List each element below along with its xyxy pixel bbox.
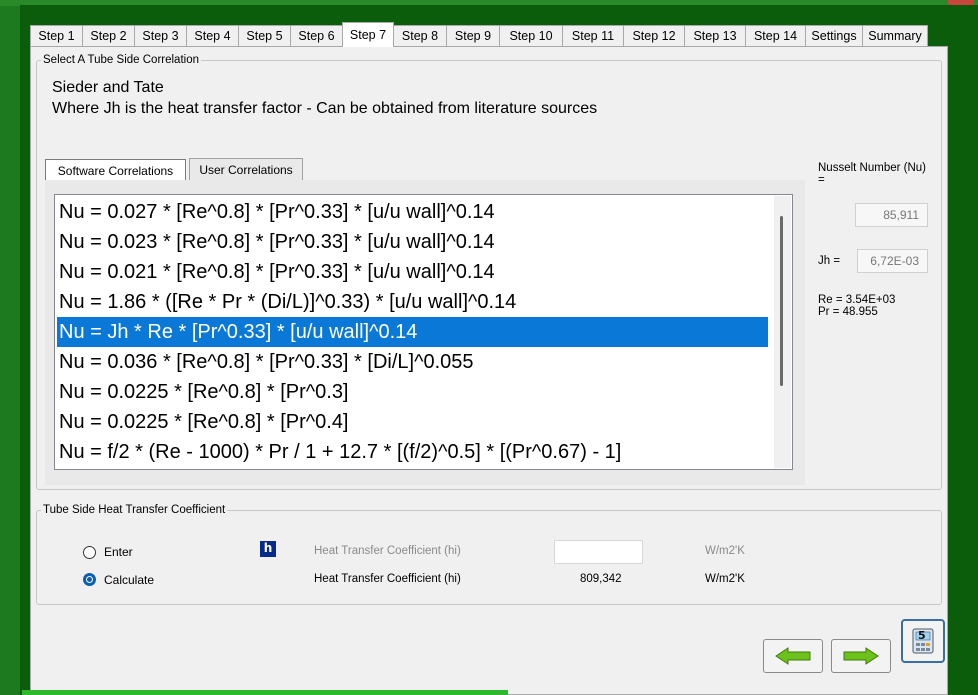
step-tab-strip: Step 1 Step 2 Step 3 Step 4 Step 5 Step 6 Step…	[30, 22, 948, 47]
tab-step-7[interactable]: Step 7	[342, 22, 394, 47]
tab-step-13[interactable]: Step 13	[684, 25, 746, 46]
tab-step-11[interactable]: Step 11	[562, 25, 624, 46]
prandtl-readout: Pr = 48.955	[818, 306, 878, 318]
tab-step-3[interactable]: Step 3	[134, 25, 187, 46]
correlation-item[interactable]: Nu = 0.036 * [Re^0.8] * [Pr^0.33] * [Di/…	[57, 347, 768, 377]
tab-step-6[interactable]: Step 6	[290, 25, 343, 46]
next-button[interactable]	[831, 639, 891, 673]
nusselt-value: 85,911	[855, 203, 928, 227]
tab-step-2[interactable]: Step 2	[82, 25, 135, 46]
jh-label: Jh =	[818, 255, 841, 267]
htc-group: Tube Side Heat Transfer Coefficient	[36, 504, 942, 605]
correlation-item[interactable]: Nu = 0.023 * [Re^0.8] * [Pr^0.33] * [u/u…	[57, 227, 768, 257]
tab-step-1[interactable]: Step 1	[30, 25, 83, 46]
h-icon: h	[260, 541, 276, 557]
jh-value: 6,72E-03	[857, 249, 928, 273]
calculator-badge: 5	[918, 629, 926, 642]
arrow-right-icon	[843, 647, 879, 665]
tab-step-9[interactable]: Step 9	[446, 25, 500, 46]
tab-step-12[interactable]: Step 12	[623, 25, 685, 46]
list-scrollbar-thumb[interactable]	[780, 216, 783, 386]
correlation-item[interactable]: Nu = 0.021 * [Re^0.8] * [Pr^0.33] * [u/u…	[57, 257, 768, 287]
progress-strip	[22, 690, 508, 695]
calculate-radio[interactable]	[83, 573, 96, 586]
correlation-item[interactable]: Nu = 0.0225 * [Re^0.8] * [Pr^0.4]	[57, 407, 768, 437]
calc-htc-label: Heat Transfer Coefficient (hi)	[314, 573, 461, 585]
correlation-item[interactable]: Nu = f/2 * (Re - 1000) * Pr / 1 + 12.7 *…	[57, 437, 768, 467]
enter-radio-label[interactable]: Enter	[104, 545, 133, 559]
enter-htc-label: Heat Transfer Coefficient (hi)	[314, 545, 461, 557]
calc-htc-value: 809,342	[580, 573, 622, 585]
reynolds-readout: Re = 3.54E+03	[818, 294, 896, 306]
list-scrollbar[interactable]	[774, 196, 791, 468]
htc-group-legend: Tube Side Heat Transfer Coefficient	[43, 504, 226, 516]
enter-htc-input[interactable]	[554, 540, 643, 564]
tab-step-14[interactable]: Step 14	[745, 25, 806, 46]
correlation-item-selected[interactable]: Nu = Jh * Re * [Pr^0.33] * [u/u wall]^0.…	[57, 317, 768, 347]
correlation-description: Where Jh is the heat transfer factor - C…	[52, 100, 598, 117]
enter-radio[interactable]	[83, 546, 96, 559]
enter-htc-unit: W/m2'K	[705, 545, 745, 557]
correlation-group-legend: Select A Tube Side Correlation	[43, 54, 199, 66]
back-button[interactable]	[763, 639, 823, 673]
correlation-listbox[interactable]: Nu = 0.027 * [Re^0.8] * [Pr^0.33] * [u/u…	[54, 194, 793, 470]
correlation-item[interactable]: Nu = 1.86 * ([Re * Pr * (Di/L)]^0.33) * …	[57, 287, 768, 317]
arrow-left-icon	[775, 647, 811, 665]
correlation-item[interactable]: Nu = 0.0225 * [Re^0.8] * [Pr^0.3]	[57, 377, 768, 407]
nusselt-label: Nusselt Number (Nu) =	[818, 162, 926, 186]
calc-htc-unit: W/m2'K	[705, 573, 745, 585]
tab-step-10[interactable]: Step 10	[499, 25, 563, 46]
tab-summary[interactable]: Summary	[862, 25, 928, 46]
tab-step-5[interactable]: Step 5	[238, 25, 291, 46]
tab-user-correlations[interactable]: User Correlations	[189, 158, 303, 182]
tab-settings[interactable]: Settings	[805, 25, 863, 46]
tab-step-8[interactable]: Step 8	[393, 25, 447, 46]
calculate-radio-label[interactable]: Calculate	[104, 573, 154, 587]
calculator-button[interactable]: 5	[901, 619, 945, 663]
tab-step-4[interactable]: Step 4	[186, 25, 239, 46]
correlation-name: Sieder and Tate	[52, 79, 164, 96]
correlation-item[interactable]: Nu = 0.027 * [Re^0.8] * [Pr^0.33] * [u/u…	[57, 197, 768, 227]
